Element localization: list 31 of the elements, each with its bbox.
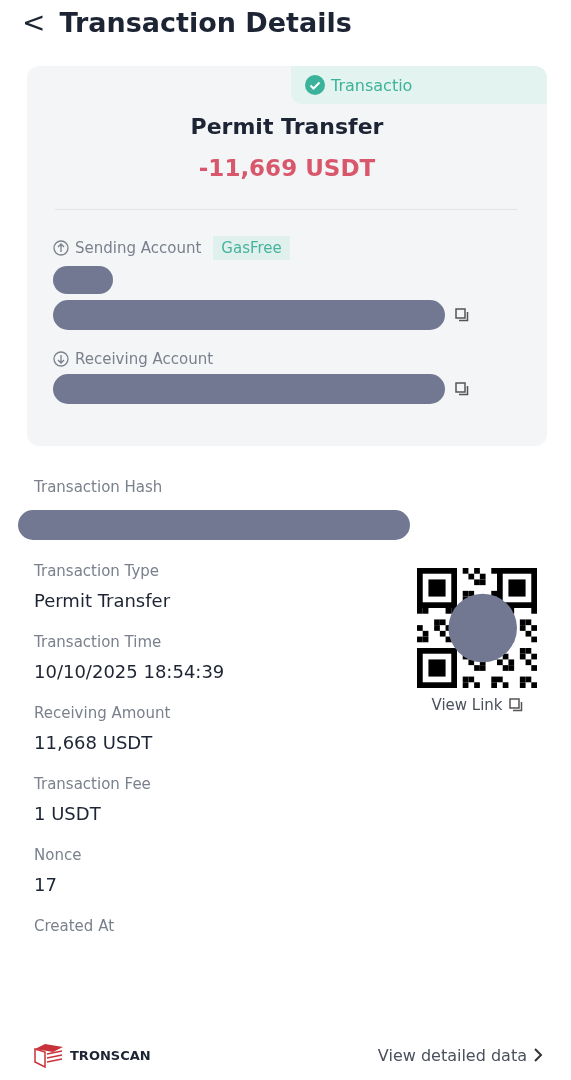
field-label: Transaction Type bbox=[34, 562, 161, 580]
field-label: Transaction Fee bbox=[34, 775, 152, 793]
status-badge: Transactio bbox=[291, 66, 547, 104]
copy-icon[interactable] bbox=[455, 308, 469, 322]
amount-text: -11,669 USDT bbox=[197, 155, 377, 181]
arrow-up-circle-icon bbox=[53, 240, 69, 256]
chevron-right-icon bbox=[533, 1047, 543, 1063]
back-button[interactable]: < bbox=[22, 5, 46, 39]
field-value: 17 bbox=[34, 874, 58, 895]
field-value: 10/10/2025 18:54:39 bbox=[34, 661, 225, 682]
field-value: 1 USDT bbox=[34, 803, 102, 824]
arrow-down-circle-icon bbox=[53, 351, 69, 367]
field-label: Nonce bbox=[34, 846, 83, 864]
copy-icon[interactable] bbox=[508, 698, 523, 712]
check-circle-icon bbox=[305, 75, 325, 95]
detailed-data-link[interactable]: View detailed data bbox=[377, 1045, 543, 1065]
field-value: Permit Transfer bbox=[34, 590, 172, 611]
cube-logo-icon bbox=[34, 1042, 64, 1068]
copy-icon[interactable] bbox=[455, 382, 469, 396]
page-title: Transaction Details bbox=[59, 6, 352, 38]
field-value: 11,668 USDT bbox=[34, 732, 154, 753]
field-label: Transaction Time bbox=[34, 633, 163, 651]
account-label: Sending Account bbox=[75, 239, 202, 257]
field-label: Receiving Amount bbox=[34, 704, 172, 722]
account-label: Receiving Account bbox=[75, 350, 214, 368]
field-label: Created At bbox=[34, 917, 115, 935]
brand-name: TRONSCAN bbox=[70, 1047, 151, 1063]
view-link[interactable]: View Link bbox=[431, 696, 523, 714]
field-label: Transaction Hash bbox=[34, 478, 164, 496]
account-tag: GasFree bbox=[213, 236, 290, 260]
transaction-type-title: Permit Transfer bbox=[189, 114, 385, 139]
